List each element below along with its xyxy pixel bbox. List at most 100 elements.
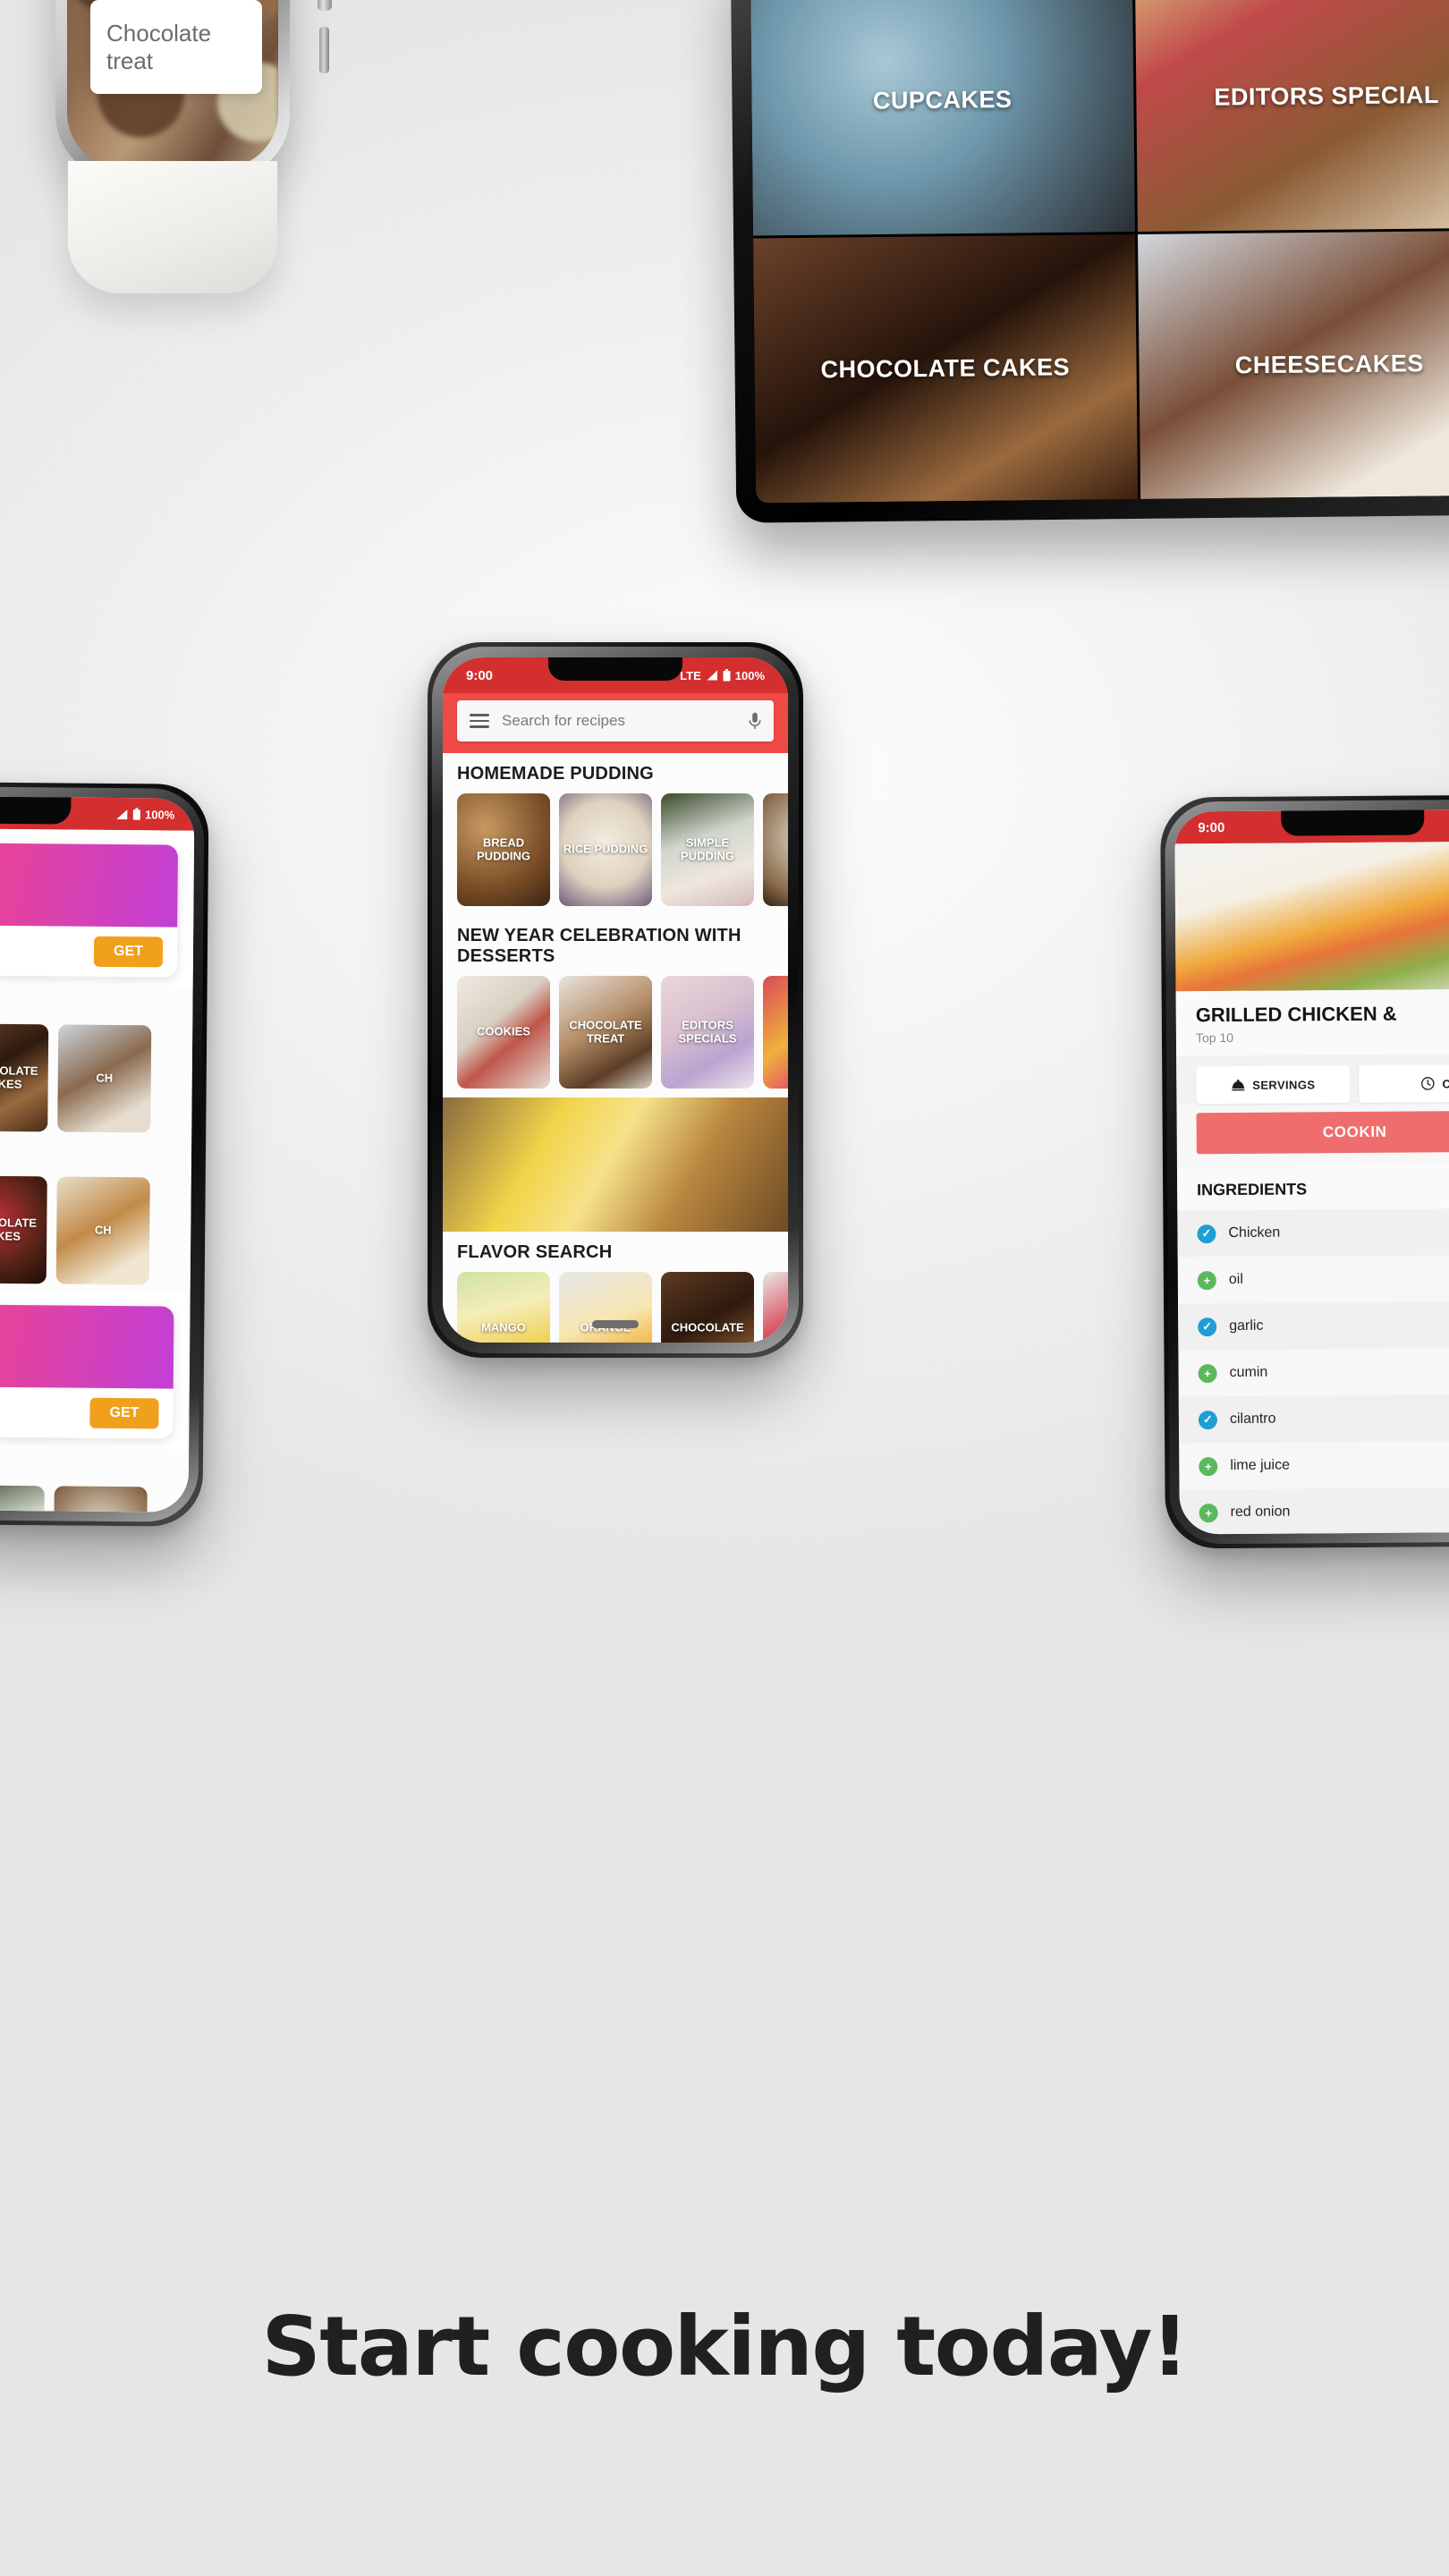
search-input[interactable]: Search for recipes xyxy=(502,712,736,730)
tile-label: CHEESECAKES xyxy=(1234,349,1424,379)
tile-label: P xyxy=(763,843,788,857)
category-tile[interactable]: CHOCOLATE CAKES xyxy=(0,1023,49,1132)
section-new-year: NEW YEAR CELEBRATION WITH DESSERTS COOKI… xyxy=(443,915,788,1097)
ingredient-row[interactable]: ✓ garlic xyxy=(1178,1301,1449,1351)
section-editors: RS EDITORS SPECIAL CHOCOLATE CAKES CH xyxy=(0,985,193,1140)
ingredient-row[interactable]: + lime juice xyxy=(1179,1441,1449,1490)
promo-area: Unlimited GET xyxy=(0,827,195,988)
watch-screen: Chocolate treat xyxy=(67,0,278,168)
category-tile[interactable]: CHOCOLATE TREAT xyxy=(559,976,652,1089)
microphone-icon[interactable] xyxy=(749,712,761,731)
tile-row[interactable]: BREAD PUDDING RICE PUDDING SIMPLE PUDDIN… xyxy=(443,793,788,906)
promo-card-2[interactable]: Unlimited GET xyxy=(0,1303,174,1439)
chip-label: C xyxy=(1442,1076,1449,1090)
tile-label: BREAD PUDDING xyxy=(477,835,530,862)
content-scroll[interactable]: HOMEMADE PUDDING BREAD PUDDING RICE PUDD… xyxy=(443,753,788,1343)
check-icon[interactable]: ✓ xyxy=(1197,1224,1216,1243)
tablet-category-tile[interactable]: EDITORS SPECIAL xyxy=(1134,0,1449,232)
watch-band xyxy=(68,161,277,293)
tile-row[interactable]: EDITORS SPECIAL CHOCOLATE CAKES CH xyxy=(0,1022,192,1133)
right-phone-device: 9:00 GRILLED CHICKEN & Top 10 SERVINGS C… xyxy=(1160,794,1449,1549)
notch xyxy=(548,657,682,681)
promo-card[interactable]: Unlimited GET xyxy=(0,842,179,978)
add-icon[interactable]: + xyxy=(1199,1456,1218,1476)
serving-dome-icon xyxy=(1232,1079,1245,1090)
notch xyxy=(0,795,72,825)
add-icon[interactable]: + xyxy=(1198,1363,1217,1383)
category-tile[interactable]: ST xyxy=(763,1272,788,1343)
servings-button[interactable]: SERVINGS xyxy=(1196,1065,1351,1105)
category-tile[interactable] xyxy=(53,1486,148,1513)
ingredient-row[interactable]: + oil xyxy=(1178,1255,1449,1304)
cooktime-button[interactable]: C xyxy=(1359,1063,1449,1103)
category-tile[interactable]: RICE PUDDING xyxy=(559,793,652,906)
tile-label: CH xyxy=(94,1223,112,1237)
category-tile[interactable]: COOKIES xyxy=(457,976,550,1089)
category-tile[interactable]: CH xyxy=(57,1024,152,1133)
ingredient-name: cumin xyxy=(1229,1364,1268,1380)
ingredient-name: oil xyxy=(1228,1271,1243,1287)
recipe-hero-image xyxy=(1174,841,1449,992)
ingredient-row[interactable]: ✓ Chicken xyxy=(1177,1208,1449,1258)
section-title: NG xyxy=(0,1455,189,1479)
left-phone-device: 100% Unlimited GET RS EDITORS SPECIAL CH… xyxy=(0,781,209,1527)
tablet-category-tile[interactable]: CHEESECAKES xyxy=(1137,230,1449,499)
section-title: NEW YEAR CELEBRATION WITH DESSERTS xyxy=(457,926,741,966)
ingredient-row[interactable]: + red onion xyxy=(1179,1487,1449,1535)
tile-row[interactable]: MANGO ORANGE CHOCOLATE ST xyxy=(443,1272,788,1343)
category-tile[interactable]: ORANGE xyxy=(559,1272,652,1343)
tablet-category-tile[interactable]: CHOCOLATE CAKES xyxy=(753,233,1138,504)
tile-row[interactable]: COOKIES CHOCOLATE TREAT EDITORS SPECIALS… xyxy=(443,976,788,1089)
featured-banner-image[interactable] xyxy=(443,1097,788,1232)
start-cooking-button[interactable]: COOKIN xyxy=(1196,1110,1449,1155)
status-time: 9:00 xyxy=(466,667,494,683)
category-tile[interactable]: P xyxy=(763,793,788,906)
search-bar: Search for recipes xyxy=(443,693,788,753)
category-tile[interactable]: CHOCOLATE CAKES xyxy=(0,1175,47,1284)
promo-banner-2: Unlimited xyxy=(0,1303,174,1389)
category-tile[interactable]: SIMPLE PUDDING xyxy=(0,1485,45,1513)
tile-label: CHOCOLATE CAKES xyxy=(820,353,1071,383)
category-tile[interactable]: FR xyxy=(763,976,788,1089)
watch-side-button[interactable] xyxy=(319,27,329,73)
search-field[interactable]: Search for recipes xyxy=(457,700,774,741)
category-tile[interactable]: BREAD PUDDING xyxy=(457,793,550,906)
category-tile[interactable]: CHOCOLATE xyxy=(661,1272,754,1343)
ingredient-name: lime juice xyxy=(1230,1457,1291,1473)
notch xyxy=(1281,809,1425,836)
ingredient-row[interactable]: ✓ cilantro xyxy=(1178,1394,1449,1444)
get-button-2[interactable]: GET xyxy=(89,1397,159,1429)
watch-card-text: Chocolate treat xyxy=(106,19,212,74)
hamburger-icon[interactable] xyxy=(470,714,489,728)
tablet-category-tile[interactable]: CUPCAKES xyxy=(750,0,1135,235)
category-tile[interactable]: MANGO xyxy=(457,1272,550,1343)
tile-label: CUPCAKES xyxy=(872,86,1013,114)
ingredient-row[interactable]: + cumin xyxy=(1178,1348,1449,1397)
network-type: LTE xyxy=(680,668,701,682)
watch-crown[interactable] xyxy=(318,0,332,11)
tablet-screen: CUPCAKES EDITORS SPECIAL CHOCOLATE CAKES… xyxy=(750,0,1449,504)
check-icon[interactable]: ✓ xyxy=(1198,1410,1218,1429)
category-tile[interactable]: EDITORS SPECIALS xyxy=(661,976,754,1089)
page-headline: Start cooking today! xyxy=(261,2299,1189,2394)
status-time: 9:00 xyxy=(1198,819,1225,835)
recipe-subtitle: Top 10 xyxy=(1195,1030,1234,1046)
promo-footer: GET xyxy=(0,924,177,977)
add-icon[interactable]: + xyxy=(1199,1503,1218,1522)
ingredient-name: garlic xyxy=(1229,1318,1264,1334)
tile-row[interactable]: OCCASION CAKES CHOCOLATE CAKES CH xyxy=(0,1174,191,1285)
chip-label: SERVINGS xyxy=(1252,1077,1316,1092)
check-icon[interactable]: ✓ xyxy=(1198,1317,1217,1336)
watch-recipe-card[interactable]: Chocolate treat xyxy=(90,0,262,94)
section-title: CAKES xyxy=(0,1146,191,1169)
category-tile[interactable]: CH xyxy=(55,1176,150,1285)
tile-row[interactable]: RICE PUDDING SIMPLE PUDDING xyxy=(0,1484,189,1513)
add-icon[interactable]: + xyxy=(1197,1270,1216,1290)
home-indicator[interactable] xyxy=(592,1320,639,1328)
tile-label: MANGO xyxy=(481,1320,526,1335)
battery-icon xyxy=(723,669,731,682)
category-tile[interactable]: SIMPLE PUDDING xyxy=(661,793,754,906)
ingredient-name: Chicken xyxy=(1228,1224,1281,1241)
watch-case: Chocolate treat xyxy=(55,0,290,179)
get-button[interactable]: GET xyxy=(93,936,164,968)
